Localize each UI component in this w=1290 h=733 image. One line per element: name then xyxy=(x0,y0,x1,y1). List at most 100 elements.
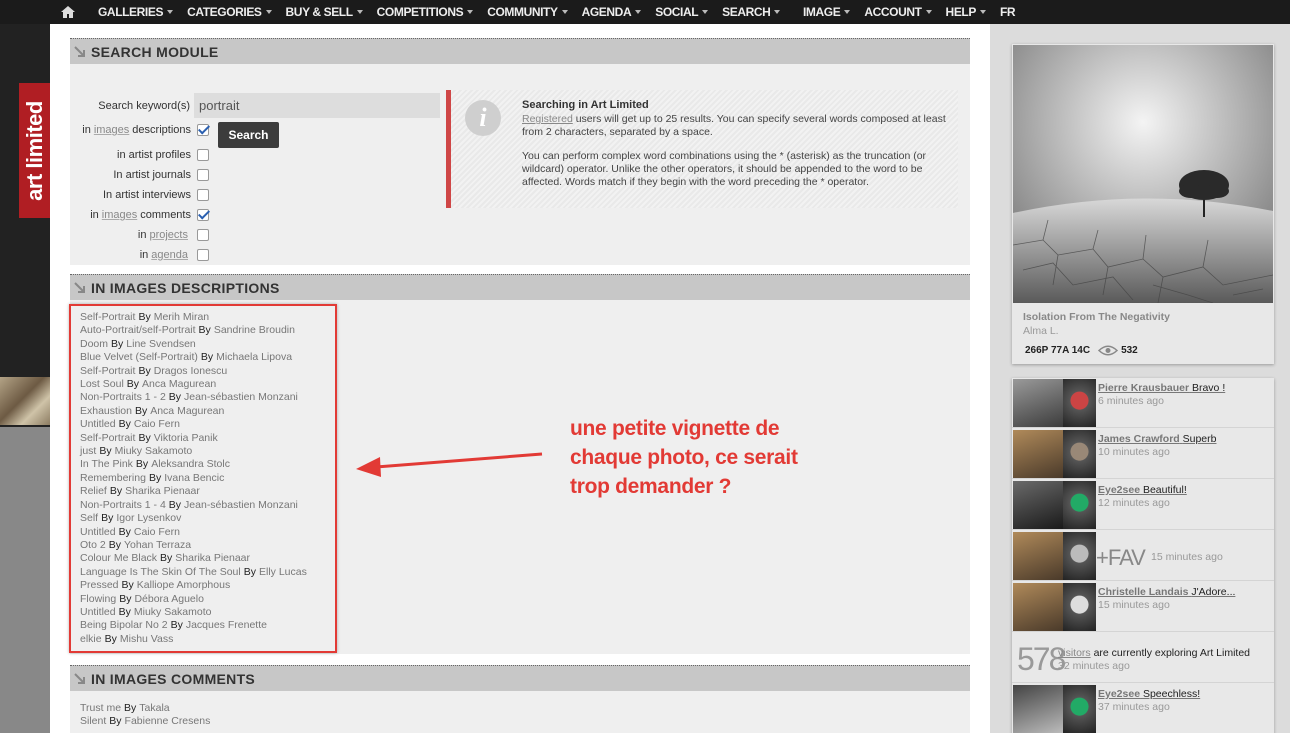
language-switch[interactable]: FR xyxy=(1000,5,1016,19)
activity-user[interactable]: Eye2see xyxy=(1098,688,1140,700)
option-checkbox[interactable] xyxy=(197,229,209,241)
registered-link[interactable]: Registered xyxy=(522,113,573,125)
featured-title[interactable]: Isolation From The Negativity xyxy=(1023,311,1170,323)
result-title[interactable]: Silent xyxy=(80,715,106,727)
activity-time: 15 minutes ago xyxy=(1098,599,1170,611)
activity-user[interactable]: Christelle Landais xyxy=(1098,586,1188,598)
comments-module-title: IN IMAGES COMMENTS xyxy=(91,670,256,687)
activity-user-link[interactable]: Christelle Landais J'Adore... xyxy=(1098,586,1235,598)
activity-time: 6 minutes ago xyxy=(1098,395,1164,407)
site-logo[interactable]: art limited xyxy=(19,83,50,218)
nav-item-community[interactable]: COMMUNITY xyxy=(487,5,568,19)
home-icon[interactable] xyxy=(60,4,76,20)
chevron-down-icon xyxy=(561,10,568,14)
result-by: By xyxy=(109,715,122,728)
activity-item[interactable]: 578 visitors are currently exploring Art … xyxy=(1012,633,1274,683)
option-label: in artist profiles xyxy=(117,149,191,161)
nav-item-social[interactable]: SOCIAL xyxy=(655,5,709,19)
nav-item-image[interactable]: IMAGE xyxy=(803,5,851,19)
info-p1-text: users will get up to 25 results. You can… xyxy=(522,113,946,138)
activity-item[interactable]: Pierre Krausbauer Bravo ! 6 minutes ago xyxy=(1012,378,1274,428)
top-navbar: GALLERIES CATEGORIES BUY & SELL COMPETITION… xyxy=(0,0,1290,24)
info-paragraph-2: You can perform complex word combination… xyxy=(522,150,927,188)
nav-item-agenda[interactable]: AGENDA xyxy=(582,5,642,19)
search-option-row: in images comments xyxy=(70,208,209,222)
activity-thumbnail[interactable] xyxy=(1013,430,1063,478)
option-checkbox[interactable] xyxy=(197,149,209,161)
nav-item-categories[interactable]: CATEGORIES xyxy=(187,5,272,19)
nav-item-help[interactable]: HELP xyxy=(946,5,986,19)
search-option-row: in agenda xyxy=(70,248,209,262)
nav-item-label: AGENDA xyxy=(581,5,632,19)
nav-item-galleries[interactable]: GALLERIES xyxy=(98,5,174,19)
search-option-row: in artist profiles xyxy=(70,148,209,162)
avatar[interactable] xyxy=(1063,430,1096,478)
side-thumbnail[interactable] xyxy=(0,377,50,425)
activity-item[interactable]: Eye2see Beautiful! 12 minutes ago xyxy=(1012,480,1274,530)
featured-author[interactable]: Alma L. xyxy=(1023,325,1059,337)
option-checkbox[interactable] xyxy=(197,124,209,136)
option-label: comments xyxy=(140,209,191,221)
option-checkbox[interactable] xyxy=(197,169,209,181)
nav-item-account[interactable]: ACCOUNT xyxy=(864,5,932,19)
option-link[interactable]: agenda xyxy=(151,249,188,261)
chevron-down-icon xyxy=(702,10,709,14)
info-box: i Searching in Art Limited Registered us… xyxy=(446,90,958,208)
avatar[interactable] xyxy=(1063,532,1096,580)
option-prefix: in xyxy=(137,229,147,241)
activity-user[interactable]: James Crawford xyxy=(1098,433,1180,445)
avatar[interactable] xyxy=(1063,583,1096,631)
option-link[interactable]: images xyxy=(102,209,137,221)
result-title[interactable]: Trust me xyxy=(80,702,121,714)
option-link[interactable]: images xyxy=(94,124,129,136)
activity-user[interactable]: Eye2see xyxy=(1098,484,1140,496)
activity-thumbnail[interactable] xyxy=(1013,532,1063,580)
option-checkbox[interactable] xyxy=(197,209,209,221)
option-checkbox[interactable] xyxy=(197,189,209,201)
annotation-highlight-box xyxy=(69,304,337,653)
activity-item[interactable]: +FAV 15 minutes ago xyxy=(1012,531,1274,581)
activity-message: J'Adore... xyxy=(1191,586,1236,598)
search-module-title: SEARCH MODULE xyxy=(91,43,219,60)
result-item[interactable]: Trust me By Takala xyxy=(80,702,210,715)
activity-item[interactable]: Eye2see Speechless! 37 minutes ago xyxy=(1012,684,1274,733)
activity-thumbnail[interactable] xyxy=(1013,481,1063,529)
avatar[interactable] xyxy=(1063,379,1096,427)
option-link[interactable]: projects xyxy=(149,229,188,241)
activity-thumbnail[interactable] xyxy=(1013,685,1063,733)
descriptions-module-header: IN IMAGES DESCRIPTIONS xyxy=(70,274,970,300)
result-author[interactable]: Fabienne Cresens xyxy=(125,715,211,727)
nav-item-label: HELP xyxy=(945,5,977,19)
featured-image-card[interactable]: Isolation From The Negativity Alma L. 26… xyxy=(1012,44,1274,364)
activity-item[interactable]: James Crawford Superb 10 minutes ago xyxy=(1012,429,1274,479)
activity-user-link[interactable]: James Crawford Superb xyxy=(1098,433,1216,445)
activity-thumbnail[interactable] xyxy=(1013,379,1063,427)
user-menu: IMAGE ACCOUNT HELP FR xyxy=(803,0,1029,24)
nav-item-competitions[interactable]: COMPETITIONS xyxy=(377,5,474,19)
activity-message: Beautiful! xyxy=(1142,484,1187,496)
activity-message: Superb xyxy=(1182,433,1217,445)
nav-item-search[interactable]: SEARCH xyxy=(722,5,781,19)
activity-thumbnail[interactable] xyxy=(1013,583,1063,631)
activity-user[interactable]: Pierre Krausbauer xyxy=(1098,382,1189,394)
featured-photo[interactable] xyxy=(1013,45,1273,303)
activity-item[interactable]: Christelle Landais J'Adore... 15 minutes … xyxy=(1012,582,1274,632)
search-button[interactable]: Search xyxy=(218,122,279,148)
visitors-link[interactable]: visitors xyxy=(1058,647,1091,659)
result-item[interactable]: Silent By Fabienne Cresens xyxy=(80,715,210,728)
keyword-label: Search keyword(s) xyxy=(70,93,190,118)
result-author[interactable]: Takala xyxy=(139,702,169,714)
keyword-input[interactable] xyxy=(194,93,440,118)
activity-user-link[interactable]: Pierre Krausbauer Bravo ! xyxy=(1098,382,1225,394)
chevron-down-icon xyxy=(356,10,363,14)
activity-time: 37 minutes ago xyxy=(1098,701,1170,713)
avatar[interactable] xyxy=(1063,685,1096,733)
arrow-icon xyxy=(74,45,85,57)
nav-item-label: SOCIAL xyxy=(655,5,699,19)
nav-item-buy-sell[interactable]: BUY & SELL xyxy=(286,5,363,19)
info-paragraph-1: Registered users will get up to 25 resul… xyxy=(522,113,952,139)
option-checkbox[interactable] xyxy=(197,249,209,261)
activity-user-link[interactable]: Eye2see Speechless! xyxy=(1098,688,1200,700)
avatar[interactable] xyxy=(1063,481,1096,529)
activity-user-link[interactable]: Eye2see Beautiful! xyxy=(1098,484,1187,496)
